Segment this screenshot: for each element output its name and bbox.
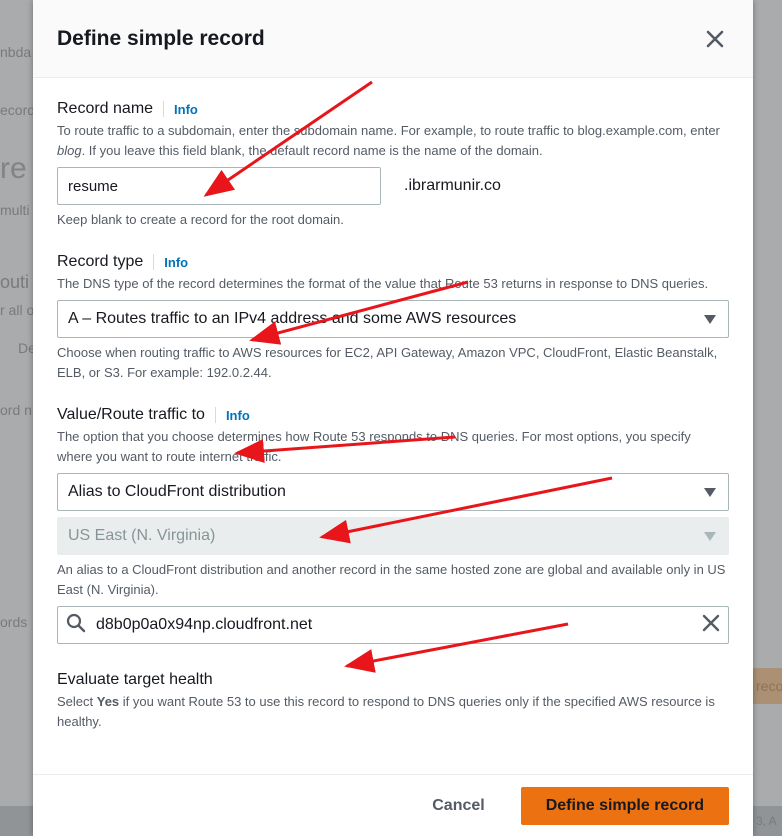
clear-icon[interactable] xyxy=(702,614,720,637)
record-name-input[interactable] xyxy=(57,167,381,205)
caret-down-icon xyxy=(704,531,716,541)
divider xyxy=(163,101,165,117)
caret-down-icon xyxy=(704,487,716,497)
record-type-selected: A – Routes traffic to an IPv4 address an… xyxy=(68,310,517,327)
caret-down-icon xyxy=(704,314,716,324)
endpoint-selected: Alias to CloudFront distribution xyxy=(68,483,286,500)
close-icon[interactable] xyxy=(701,25,729,53)
desc-text: To route traffic to a subdomain, enter t… xyxy=(57,123,720,138)
region-selected: US East (N. Virginia) xyxy=(68,527,216,544)
cancel-button[interactable]: Cancel xyxy=(432,797,484,815)
record-name-label-row: Record name Info xyxy=(57,100,729,118)
desc-text: if you want Route 53 to use this record … xyxy=(57,694,715,729)
divider xyxy=(153,254,155,270)
divider xyxy=(214,407,216,423)
search-icon xyxy=(66,613,86,638)
record-type-label: Record type xyxy=(57,253,144,270)
value-route-info-link[interactable]: Info xyxy=(226,408,250,423)
evaluate-health-label: Evaluate target health xyxy=(57,671,213,688)
record-name-hint: Keep blank to create a record for the ro… xyxy=(57,212,344,227)
record-name-description: To route traffic to a subdomain, enter t… xyxy=(57,121,729,161)
record-name-info-link[interactable]: Info xyxy=(174,102,198,117)
record-type-label-row: Record type Info xyxy=(57,253,729,271)
distribution-search[interactable]: d8b0p0a0x94np.cloudfront.net xyxy=(57,606,729,644)
record-type-info-link[interactable]: Info xyxy=(164,255,188,270)
modal-body: Record name Info To route traffic to a s… xyxy=(33,100,753,732)
define-simple-record-button[interactable]: Define simple record xyxy=(520,786,729,825)
domain-suffix: .ibrarmunir.co xyxy=(404,177,501,194)
desc-text: Select xyxy=(57,694,97,709)
region-select: US East (N. Virginia) xyxy=(57,517,729,555)
endpoint-select[interactable]: Alias to CloudFront distribution xyxy=(57,473,729,511)
value-route-description: The option that you choose determines ho… xyxy=(57,429,691,464)
desc-strong: Yes xyxy=(96,694,120,709)
distribution-value: d8b0p0a0x94np.cloudfront.net xyxy=(96,616,313,633)
evaluate-health-description: Select Yes if you want Route 53 to use t… xyxy=(57,692,729,732)
record-type-hint: Choose when routing traffic to AWS resou… xyxy=(57,345,718,380)
record-name-label: Record name xyxy=(57,100,154,117)
desc-text: . If you leave this field blank, the def… xyxy=(81,143,543,158)
value-route-label: Value/Route traffic to xyxy=(57,406,205,423)
record-type-description: The DNS type of the record determines th… xyxy=(57,276,709,291)
define-record-modal: Define simple record Record name Info To… xyxy=(33,0,753,836)
record-type-select[interactable]: A – Routes traffic to an IPv4 address an… xyxy=(57,300,729,338)
desc-emphasis: blog xyxy=(57,143,82,158)
region-hint: An alias to a CloudFront distribution an… xyxy=(57,562,726,597)
record-name-row: .ibrarmunir.co xyxy=(57,167,729,205)
modal-header: Define simple record xyxy=(33,0,753,78)
modal-footer: Cancel Define simple record xyxy=(33,774,753,836)
modal-title: Define simple record xyxy=(57,26,265,50)
value-route-label-row: Value/Route traffic to Info xyxy=(57,406,729,424)
